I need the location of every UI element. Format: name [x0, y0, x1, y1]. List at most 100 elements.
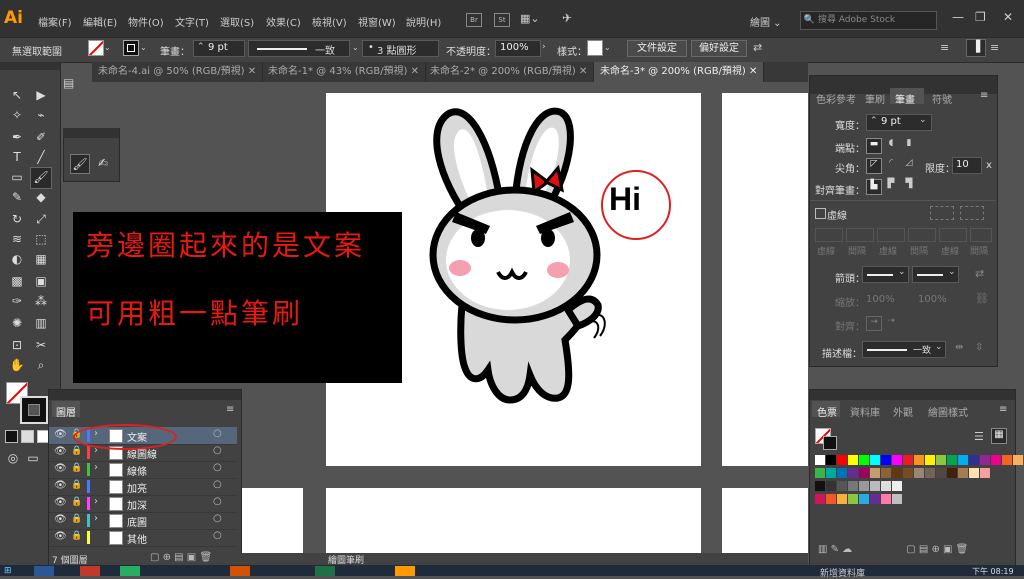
- symbol-sprayer-tool-icon[interactable]: ✺: [8, 314, 26, 332]
- layer-row[interactable]: 👁 🔒 › 線條 ○: [49, 461, 237, 479]
- dashed-line-checkbox[interactable]: [815, 208, 826, 219]
- scale-end-value[interactable]: 100%: [918, 294, 947, 305]
- dash-field-1[interactable]: [815, 228, 843, 242]
- control-menu-icon[interactable]: ≡: [990, 41, 999, 54]
- start-icon[interactable]: ⊞: [4, 566, 12, 576]
- graph-tool-icon[interactable]: ▥: [32, 314, 50, 332]
- swatches-footer-icons[interactable]: ▥ ✎ ☁ ▢ ▤ ⊕ ▣ 🗑: [818, 544, 968, 555]
- tab-doc-4[interactable]: 未命名-4.ai @ 50% (RGB/預視) ✕: [92, 62, 264, 82]
- scale-tool-icon[interactable]: ⤢: [32, 210, 50, 228]
- swatch[interactable]: [903, 455, 913, 465]
- stroke-swatch[interactable]: [123, 40, 139, 56]
- swatch[interactable]: [870, 494, 880, 504]
- scale-start-value[interactable]: 100%: [866, 294, 895, 305]
- swatch[interactable]: [1002, 455, 1012, 465]
- dash-field-3[interactable]: [939, 228, 967, 242]
- eraser-tool-icon[interactable]: ◆: [32, 188, 50, 206]
- round-cap-icon[interactable]: ◖: [884, 138, 898, 152]
- isolate-icon[interactable]: ▐: [966, 39, 986, 57]
- swatch[interactable]: [848, 481, 858, 491]
- projecting-cap-icon[interactable]: ▮: [902, 138, 916, 152]
- width-tool-icon[interactable]: ≋: [8, 230, 26, 248]
- swatch[interactable]: [881, 494, 891, 504]
- swatch[interactable]: [881, 468, 891, 478]
- dash-align-icon[interactable]: [960, 206, 984, 220]
- arrowhead-start-select[interactable]: ⌄: [862, 266, 909, 283]
- swatch[interactable]: [958, 468, 968, 478]
- swatch[interactable]: [859, 468, 869, 478]
- target-icon[interactable]: ○: [213, 479, 222, 490]
- lock-icon[interactable]: 🔒: [71, 480, 82, 490]
- rotate-tool-icon[interactable]: ↻: [8, 210, 26, 228]
- blob-brush-icon[interactable]: ✍: [94, 154, 112, 172]
- profile-dropdown-icon[interactable]: ⌄: [352, 43, 359, 52]
- style-swatch[interactable]: [587, 40, 603, 56]
- tab-symbols[interactable]: 符號: [932, 91, 952, 106]
- swatch[interactable]: [848, 468, 858, 478]
- lock-icon[interactable]: 🔒: [71, 514, 82, 524]
- document-setup-button[interactable]: 文件設定: [627, 40, 687, 57]
- powerpoint-icon[interactable]: [230, 566, 250, 576]
- menu-object[interactable]: 物件(O): [128, 14, 164, 29]
- swatch[interactable]: [881, 455, 891, 465]
- align-icon[interactable]: ≡: [940, 41, 949, 54]
- artboard-right[interactable]: [722, 93, 808, 466]
- menu-effect[interactable]: 效果(C): [266, 14, 301, 29]
- gradient-mode-icon[interactable]: [21, 430, 34, 443]
- type-tool-icon[interactable]: T: [8, 148, 26, 166]
- swatch[interactable]: [991, 455, 1001, 465]
- stock-icon[interactable]: St: [494, 13, 510, 27]
- profile-select[interactable]: 一致 ⌄: [862, 341, 946, 358]
- tab-graphic-styles[interactable]: 繪圖樣式: [928, 404, 968, 419]
- swatch[interactable]: [815, 468, 825, 478]
- stroke-color-box[interactable]: [20, 396, 48, 424]
- layer-row[interactable]: 👁 🔒 › 加深 ○: [49, 495, 237, 513]
- tab-close-icon[interactable]: ✕: [579, 66, 587, 77]
- layers-menu-icon[interactable]: ≡: [226, 404, 234, 415]
- target-icon[interactable]: ○: [213, 530, 222, 541]
- illustrator-icon[interactable]: [395, 566, 415, 576]
- swatch[interactable]: [815, 481, 825, 491]
- slice-tool-icon[interactable]: ✂: [32, 336, 50, 354]
- swatch[interactable]: [837, 455, 847, 465]
- mesh-tool-icon[interactable]: ▩: [8, 272, 26, 290]
- eyedropper-tool-icon[interactable]: ✑: [8, 292, 26, 310]
- miter-join-icon[interactable]: ◸: [866, 158, 882, 174]
- stroke-weight-field[interactable]: ⌃ 9 pt: [193, 40, 245, 57]
- free-transform-tool-icon[interactable]: ⬚: [32, 230, 50, 248]
- expand-icon[interactable]: ›: [94, 462, 98, 473]
- draw-mode-icon[interactable]: ◎: [4, 449, 22, 467]
- style-dropdown-icon[interactable]: ⌄: [604, 43, 611, 52]
- tab-close-icon[interactable]: ✕: [411, 66, 419, 77]
- lock-icon[interactable]: 🔒: [71, 446, 82, 456]
- line-tool-icon[interactable]: ╱: [32, 148, 50, 166]
- gradient-tool-icon[interactable]: ▣: [32, 272, 50, 290]
- line-icon[interactable]: [120, 566, 140, 576]
- layer-name[interactable]: 其他: [127, 531, 147, 546]
- lock-icon[interactable]: 🔒: [71, 531, 82, 541]
- swatch[interactable]: [958, 455, 968, 465]
- swatch[interactable]: [837, 468, 847, 478]
- artboard-tool-icon[interactable]: ⊡: [8, 336, 26, 354]
- stroke-dropdown-icon[interactable]: ⌄: [140, 43, 147, 52]
- tab-doc-2[interactable]: 未命名-2* @ 200% (RGB/預視) ✕: [424, 62, 595, 82]
- target-icon[interactable]: ○: [213, 428, 222, 439]
- zoom-tool-icon[interactable]: ⌕: [32, 356, 50, 374]
- menu-view[interactable]: 檢視(V): [312, 14, 347, 29]
- toolbar-toggle-icon[interactable]: ▤: [63, 76, 85, 98]
- swatch[interactable]: [980, 455, 990, 465]
- pen-tool-icon[interactable]: ✒: [8, 128, 26, 146]
- gpu-performance-icon[interactable]: ✈: [562, 11, 572, 25]
- shaper-tool-icon[interactable]: ✎: [8, 188, 26, 206]
- visibility-icon[interactable]: 👁: [54, 531, 67, 542]
- paintbrush-icon[interactable]: 🖌: [70, 154, 90, 174]
- swatch[interactable]: [969, 468, 979, 478]
- swatch-stroke-preview[interactable]: [823, 436, 837, 450]
- rectangle-tool-icon[interactable]: ▭: [8, 168, 26, 186]
- swatch[interactable]: [848, 494, 858, 504]
- swatch[interactable]: [826, 494, 836, 504]
- visibility-icon[interactable]: 👁: [54, 463, 67, 474]
- tab-appearance[interactable]: 外觀: [893, 404, 913, 419]
- dash-field-2[interactable]: [877, 228, 905, 242]
- layer-name[interactable]: 加深: [127, 497, 147, 512]
